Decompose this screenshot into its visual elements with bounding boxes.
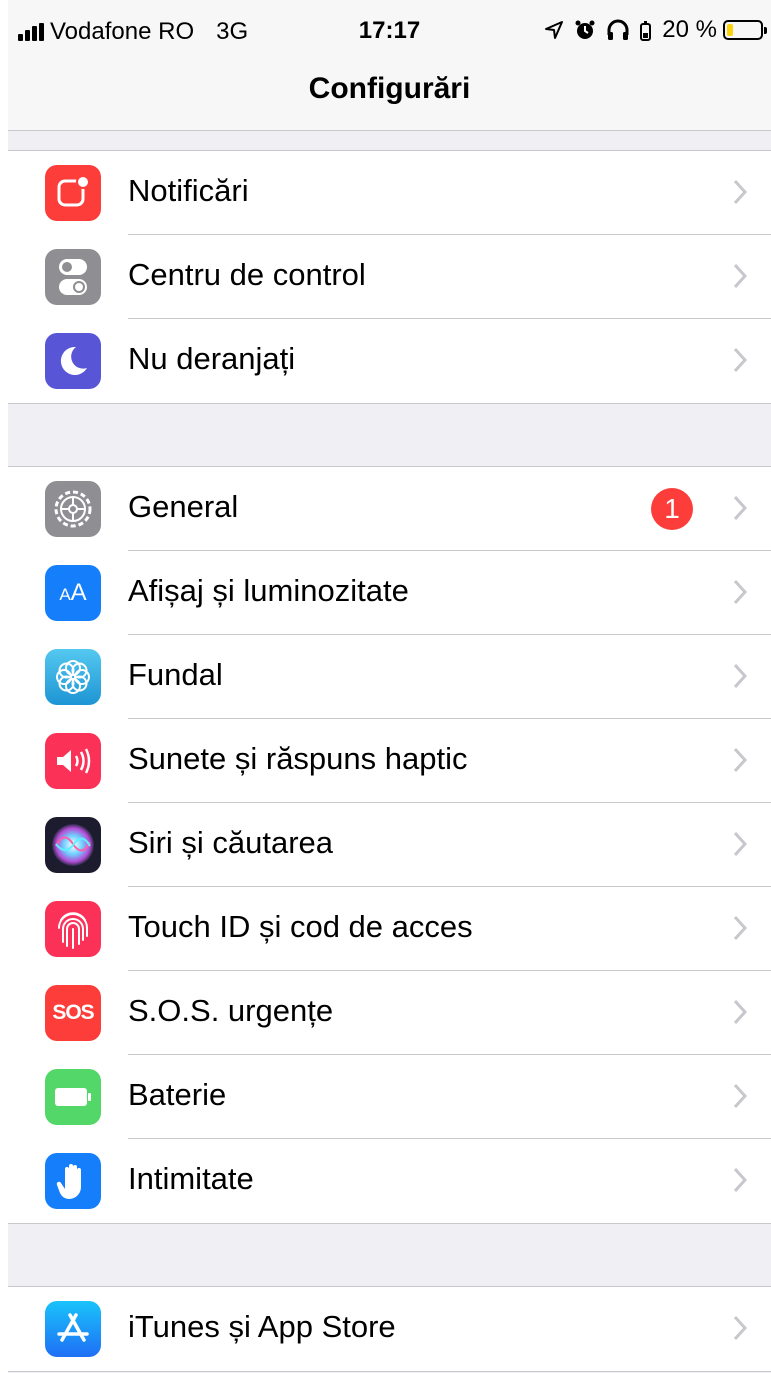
gear-icon <box>45 481 101 537</box>
settings-row-emergency-sos[interactable]: SOS S.O.S. urgențe <box>8 971 771 1055</box>
settings-row-do-not-disturb[interactable]: Nu deranjați <box>8 319 771 403</box>
battery-icon <box>723 20 767 40</box>
wallpaper-flower-icon <box>45 649 101 705</box>
battery-percent: 20 % <box>662 16 717 43</box>
display-brightness-icon: AA <box>45 565 101 621</box>
settings-row-label: Siri și căutarea <box>128 825 334 860</box>
settings-group-3: iTunes și App Store <box>8 1286 771 1372</box>
notification-badge: 1 <box>651 488 693 530</box>
settings-row-touch-id[interactable]: Touch ID și cod de acces <box>8 887 771 971</box>
settings-group-2: General 1 AA Afișaj și luminozitate Fund… <box>8 466 771 1224</box>
settings-row-label: iTunes și App Store <box>128 1309 396 1344</box>
fingerprint-icon <box>45 901 101 957</box>
headphones-icon <box>607 19 629 40</box>
settings-row-label: General <box>128 489 239 524</box>
settings-row-label: Nu deranjați <box>128 341 296 376</box>
moon-icon <box>45 333 101 389</box>
settings-row-label: Notificări <box>128 173 249 208</box>
settings-row-siri-search[interactable]: Siri și căutarea <box>8 803 771 887</box>
settings-row-label: Touch ID și cod de acces <box>128 909 473 944</box>
chevron-right-icon <box>733 263 747 289</box>
chevron-right-icon <box>733 663 747 689</box>
chevron-right-icon <box>733 999 747 1025</box>
speaker-icon <box>45 733 101 789</box>
settings-screen: Vodafone RO 3G 17:17 20 % Configurări No… <box>8 0 771 1373</box>
chevron-right-icon <box>733 831 747 857</box>
page-title: Configurări <box>308 72 471 105</box>
settings-row-notifications[interactable]: Notificări <box>8 151 771 235</box>
siri-icon <box>45 817 101 873</box>
settings-row-label: S.O.S. urgențe <box>128 993 334 1028</box>
settings-group-1: Notificări Centru de control Nu deranjaț… <box>8 150 771 404</box>
settings-row-itunes-app-store[interactable]: iTunes și App Store <box>8 1287 771 1371</box>
control-center-icon <box>45 249 101 305</box>
chevron-right-icon <box>733 915 747 941</box>
settings-row-label: Centru de control <box>128 257 366 292</box>
settings-row-wallpaper[interactable]: Fundal <box>8 635 771 719</box>
settings-row-display-brightness[interactable]: AA Afișaj și luminozitate <box>8 551 771 635</box>
settings-row-label: Intimitate <box>128 1161 254 1196</box>
alarm-clock-icon <box>575 20 595 39</box>
chevron-right-icon <box>733 179 747 205</box>
chevron-right-icon <box>733 747 747 773</box>
sos-icon: SOS <box>45 985 101 1041</box>
notifications-icon <box>45 165 101 221</box>
chevron-right-icon <box>733 1083 747 1109</box>
settings-row-label: Afișaj și luminozitate <box>128 573 409 608</box>
headphone-battery-icon <box>640 21 652 41</box>
app-store-icon <box>45 1301 101 1357</box>
navigation-bar: Configurări <box>8 62 771 131</box>
chevron-right-icon <box>733 1167 747 1193</box>
settings-row-label: Fundal <box>128 657 223 692</box>
chevron-right-icon <box>733 579 747 605</box>
settings-row-general[interactable]: General 1 <box>8 467 771 551</box>
chevron-right-icon <box>733 347 747 373</box>
settings-row-sounds-haptics[interactable]: Sunete și răspuns haptic <box>8 719 771 803</box>
battery-icon <box>45 1069 101 1125</box>
settings-row-control-center[interactable]: Centru de control <box>8 235 771 319</box>
settings-row-battery[interactable]: Baterie <box>8 1055 771 1139</box>
settings-row-privacy[interactable]: Intimitate <box>8 1139 771 1223</box>
settings-row-label: Baterie <box>128 1077 227 1112</box>
settings-row-label: Sunete și răspuns haptic <box>128 741 468 776</box>
status-bar: Vodafone RO 3G 17:17 20 % <box>8 0 771 62</box>
chevron-right-icon <box>733 495 747 521</box>
location-arrow-icon <box>545 21 564 39</box>
hand-icon <box>45 1153 101 1209</box>
chevron-right-icon <box>733 1315 747 1341</box>
